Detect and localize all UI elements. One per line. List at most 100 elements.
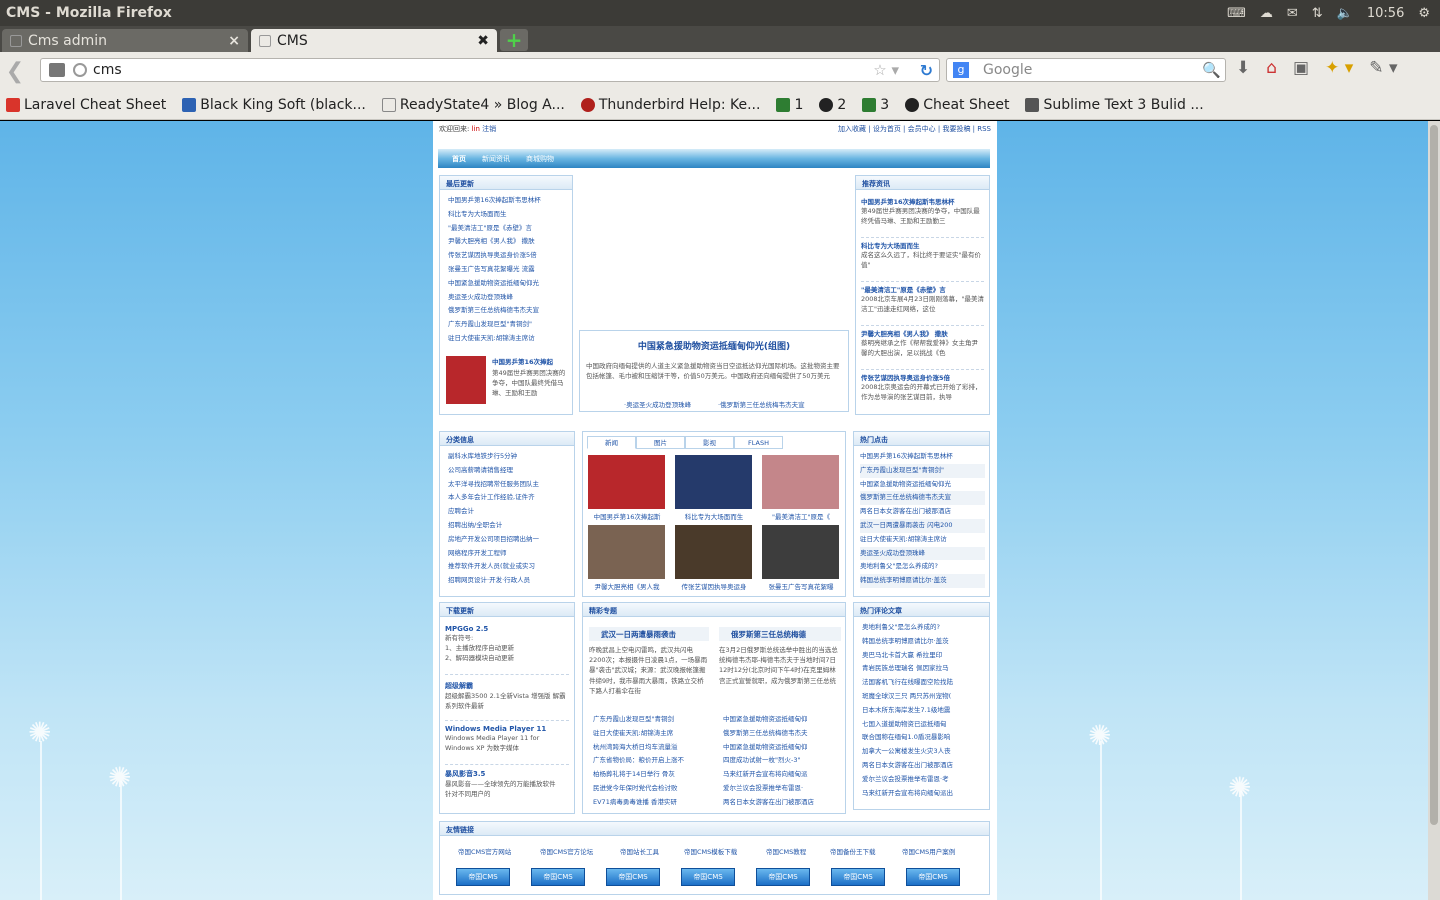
list-item[interactable]: 日本木所东海岸发生7.1级地震 [862,704,989,718]
list-item[interactable]: 太平洋寻找招聘常任服务团队主 [448,478,574,492]
bookmark-item[interactable]: Laravel Cheat Sheet [6,97,166,113]
vertical-scrollbar[interactable] [1428,121,1440,900]
list-item[interactable]: 驻日大使崔天凯:胡锦涛主席访 [448,332,572,346]
site-links[interactable]: 加入收藏 | 设为首页 | 会员中心 | 我要投稿 | RSS [838,125,991,133]
clock[interactable]: 10:56 [1367,6,1404,21]
news-photo[interactable] [588,455,665,509]
photo-caption[interactable]: 科比专为大场面而生 [675,511,753,521]
back-icon[interactable]: ❮ [0,59,30,84]
list-item[interactable]: 中国紧急援助物资运抵缅甸仰 [723,741,814,755]
partner-logo-button[interactable]: 帝国CMS [456,868,510,886]
feature-title[interactable]: 中国男乒第16次捧起 [492,356,553,366]
partner-logo-button[interactable]: 帝国CMS [756,868,810,886]
menu-news[interactable]: 新闻资讯 [482,154,510,164]
keyboard-icon[interactable]: ⌨ [1227,6,1246,21]
list-item[interactable]: 传张艺谋因执导奥运身价涨5倍 [448,249,572,263]
search-bar[interactable]: g Google 🔍 [946,58,1226,82]
bookmark-item[interactable]: 1 [776,97,803,113]
tab-cms[interactable]: CMS ✖ [251,29,497,52]
topic-heading[interactable]: 武汉一日两遭暴雨袭击 [589,627,709,641]
news-title[interactable]: 科比专为大场面而生 [861,240,984,250]
list-item[interactable]: 驻日大使崔天凯:胡锦涛主席访 [860,533,985,547]
list-item[interactable]: 奥运圣火成功登顶珠峰 [860,546,985,561]
list-item[interactable]: 斑魔全球汉三只 两只苏州宠物( [862,690,989,704]
list-item[interactable]: 民进党今年保时党代会检讨败 [593,782,684,796]
list-item[interactable]: 网络程序开发工程师 [448,547,574,561]
download-title[interactable]: Windows Media Player 11 [445,725,569,733]
list-item[interactable]: 两名日本女游客在出门被那酒店 [860,505,985,519]
list-item[interactable]: 奥地利鲁父"是怎么养成的? [860,560,985,574]
list-item[interactable]: 应聘会计 [448,505,574,519]
tab-video[interactable]: 影视 [685,436,734,449]
search-input[interactable]: Google [983,62,1032,78]
list-item[interactable]: 两名日本女游客在出门被那酒店 [723,796,814,810]
tab-pictures[interactable]: 图片 [636,436,685,449]
news-photo[interactable] [762,525,839,579]
volume-icon[interactable]: 🔈 [1337,6,1353,21]
bookmark-item[interactable]: 3 [862,97,889,113]
list-item[interactable]: 韩国总统李明博愿请比尔·盖茨 [862,635,989,649]
friend-link[interactable]: 帝国CMS教程 [766,846,806,856]
list-item[interactable]: 爱尔兰议会投票推举布雷恩· [723,782,814,796]
list-item[interactable]: "最美清洁工"原是《赤壁》言 [448,222,572,236]
news-title[interactable]: "最美清洁工"原是《赤壁》言 [861,284,984,294]
topic-heading[interactable]: 俄罗斯第三任总统梅德 [719,627,841,641]
list-item[interactable]: 奥巴马北卡首大赢 希拉里印 [862,649,989,663]
list-item[interactable]: 联合国称在缅甸1.0盾况暴影响 [862,731,989,745]
list-item[interactable]: 公司高薪聘请销售经理 [448,464,574,478]
friend-link[interactable]: 帝国CMS模板下载 [684,846,737,856]
list-item[interactable]: 青岩民族总理瑞名 佩因家拉马 [862,662,989,676]
list-item[interactable]: 中国紧急援助物资运抵缅甸仰光 [448,277,572,291]
list-item[interactable]: 奥地利鲁父"是怎么养成的? [862,621,989,635]
download-title[interactable]: 超级解霸 [445,681,569,691]
menu-shop[interactable]: 商城购物 [526,154,554,164]
download-title[interactable]: 暴风影音3.5 [445,769,569,779]
list-item[interactable]: 四度成功试射一枚"烈火-3" [723,754,814,768]
bookmark-item[interactable]: Cheat Sheet [905,97,1009,113]
photo-caption[interactable]: 尹馨大胆亮相《男人我 [588,581,666,591]
list-item[interactable]: 张曼玉广告写真花絮曝光 流露 [448,263,572,277]
mail-icon[interactable]: ✉ [1287,6,1298,21]
close-icon[interactable]: ✖ [477,33,489,49]
list-item[interactable]: 俄罗斯第三任总统梅德韦杰夫 [723,727,814,741]
site-identity-icon[interactable] [49,63,65,77]
download-icon[interactable]: ⬇ [1236,58,1250,78]
addon-icon[interactable]: ▣ [1293,58,1309,78]
url-text[interactable]: cms [93,62,122,78]
partner-logo-button[interactable]: 帝国CMS [681,868,735,886]
network-icon[interactable]: ⇅ [1312,6,1323,21]
list-item[interactable]: 韩国总统李明博愿请比尔·盖茨 [860,574,985,588]
tab-news[interactable]: 新闻 [587,436,636,449]
partner-logo-button[interactable]: 帝国CMS [606,868,660,886]
friend-link[interactable]: 帝国站长工具 [620,846,659,856]
photo-caption[interactable]: "最美清洁工"原是《 [762,511,840,521]
download-title[interactable]: MPGGo 2.5 [445,625,569,633]
list-item[interactable]: 武汉一日两遭暴雨袭击 闪电200 [860,518,985,533]
bookmark-item[interactable]: Sublime Text 3 Bulid ... [1025,97,1204,113]
list-item[interactable]: EV71病毒勇毒谁播 香港实研 [593,796,684,810]
list-item[interactable]: 招聘出纳/全职会计 [448,519,574,533]
partner-logo-button[interactable]: 帝国CMS [531,868,585,886]
logout-link[interactable]: 注销 [482,125,496,133]
photo-caption[interactable]: 中国男乒第16次捧起斯 [588,511,666,521]
bookmark-item[interactable]: ReadyState4 » Blog A... [381,97,565,113]
list-item[interactable]: 中国紧急援助物资运抵缅甸仰 [723,713,814,727]
list-item[interactable]: 马来红新开会宣布将向缅甸派出 [862,787,989,801]
list-item[interactable]: 加拿大一公寓楼发生火灾3人丧 [862,745,989,759]
list-item[interactable]: 两名日本女游客在出门被那酒店 [862,759,989,773]
bookmark-star-icon[interactable]: ☆ ▾ [873,61,899,79]
extension-icon[interactable]: ✦ ▾ [1325,58,1353,78]
list-item[interactable]: 广东丹霞山发现巨型"青铜剑 [593,713,684,727]
news-photo[interactable] [675,455,752,509]
headline-link[interactable]: ·俄罗斯第三任总统梅韦杰夫宣 [718,399,805,409]
list-item[interactable]: 招聘网页设计·开发·行政人员 [448,574,574,588]
partner-logo-button[interactable]: 帝国CMS [906,868,960,886]
username-link[interactable]: lin [472,125,480,133]
list-item[interactable]: 马来红新开会宣布将向缅甸派 [723,768,814,782]
tool-icon[interactable]: ✎ ▾ [1369,58,1397,78]
list-item[interactable]: 房地产开发公司项目招聘出纳一 [448,533,574,547]
list-item[interactable]: 广东省物价局：粮价开启上涨不 [593,754,684,768]
friend-link[interactable]: 帝国CMS用户案例 [902,846,955,856]
bookmark-item[interactable]: Thunderbird Help: Ke... [580,97,760,113]
url-bar[interactable]: cms ☆ ▾ ↻ [40,58,940,82]
